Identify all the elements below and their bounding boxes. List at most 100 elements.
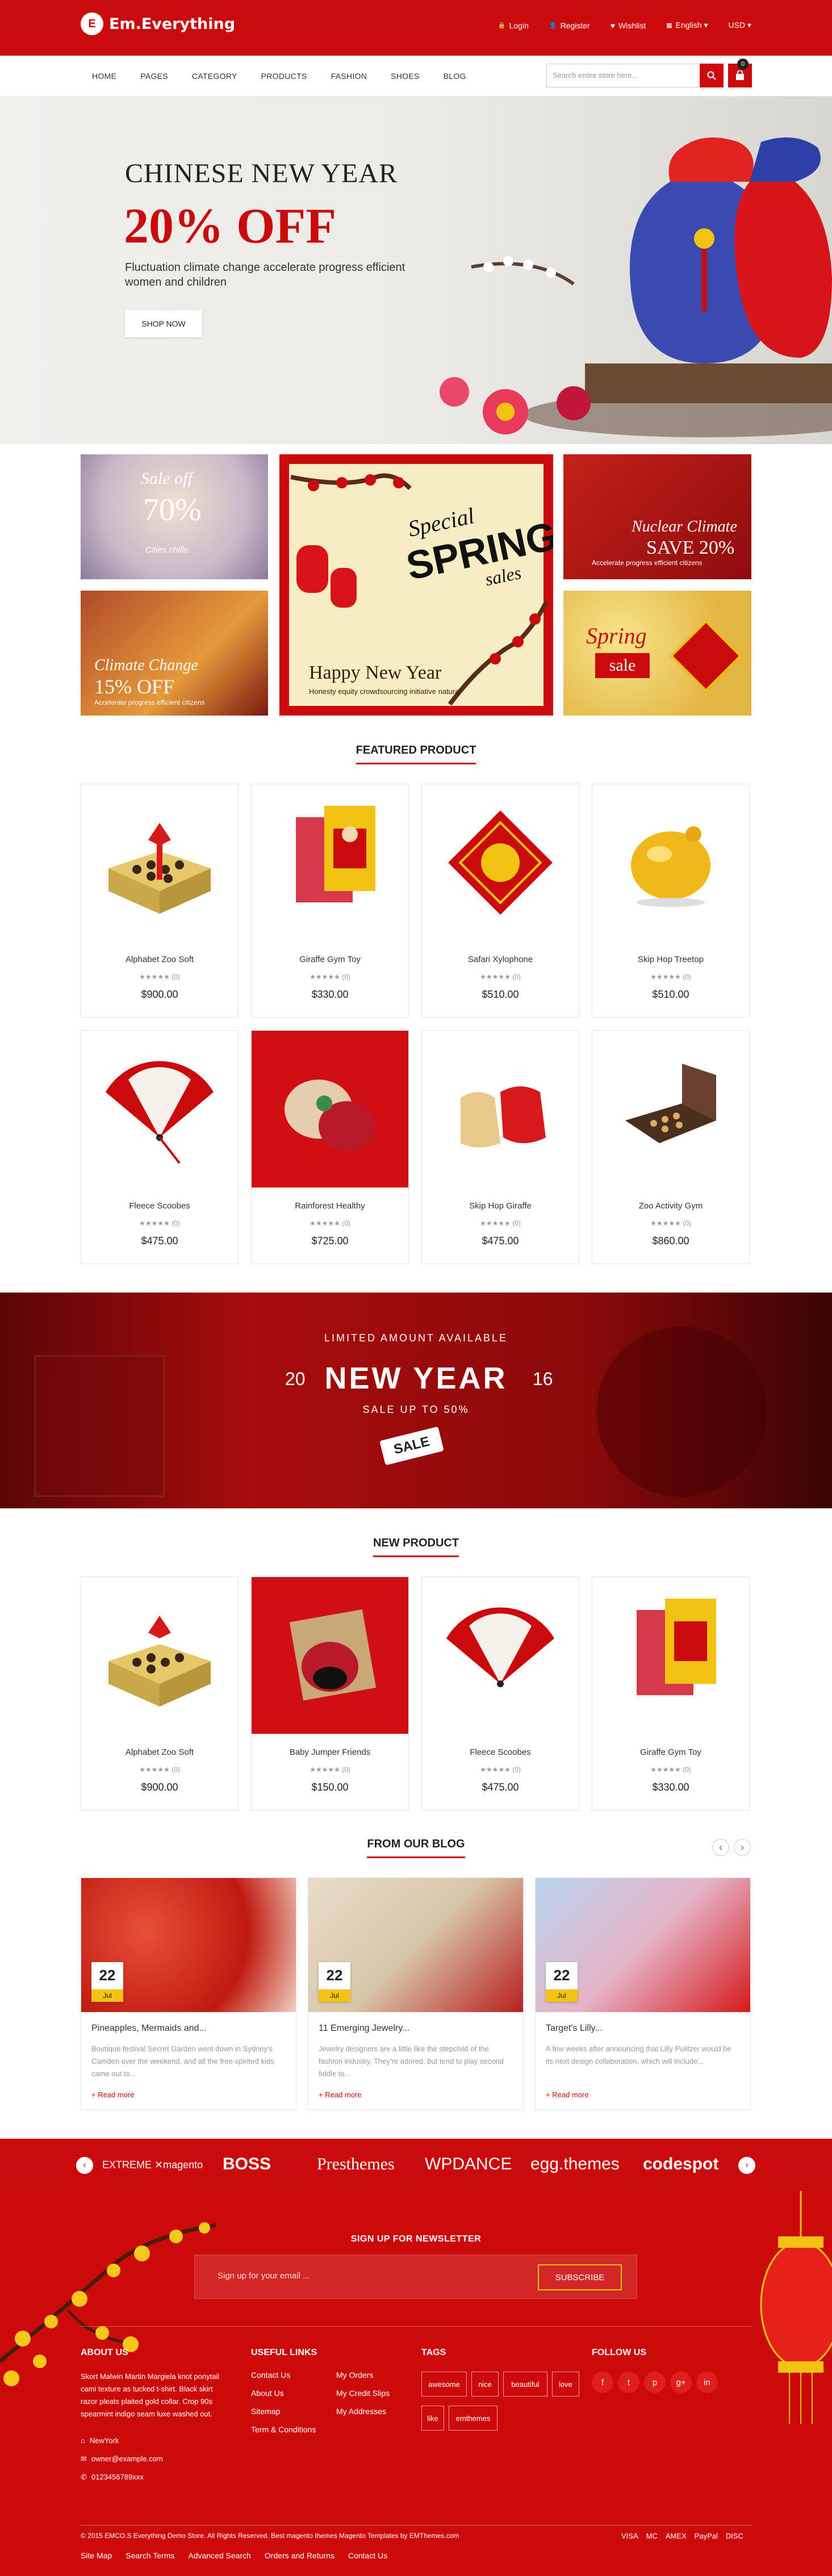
tag[interactable]: awesome xyxy=(421,2372,467,2397)
product-name[interactable]: Giraffe Gym Toy xyxy=(592,1747,749,1757)
footer-bottom-link[interactable]: Orders and Returns xyxy=(265,2551,335,2560)
shop-now-button[interactable]: SHOP NOW xyxy=(125,310,202,337)
product-name[interactable]: Baby Jumper Friends xyxy=(252,1747,408,1757)
nav-item-fashion[interactable]: FASHION xyxy=(331,72,367,81)
brand-logo[interactable]: BOSS xyxy=(223,2155,271,2174)
brand-logo[interactable]: WPDANCE xyxy=(425,2155,512,2174)
tag[interactable]: beautiful xyxy=(503,2372,547,2397)
nav-item-products[interactable]: PRODUCTS xyxy=(261,72,307,81)
banner-sale-off[interactable]: Sale off 70% Cities chille xyxy=(81,454,268,579)
product-image[interactable] xyxy=(81,1577,238,1734)
product-card[interactable]: Skip Hop Giraffe ★★★★★ (0) $475.00 xyxy=(421,1030,579,1264)
blog-card[interactable]: 22 Jul Pineapples, Mermaids and... Boutiq… xyxy=(81,1877,296,2110)
blog-post-title[interactable]: Target's Lilly... xyxy=(546,2023,603,2034)
linkedin-icon[interactable]: in xyxy=(696,2372,718,2393)
product-image[interactable] xyxy=(592,1031,749,1187)
tag[interactable]: nice xyxy=(471,2372,499,2397)
footer-bottom-link[interactable]: Search Terms xyxy=(126,2551,174,2560)
product-card[interactable]: Skip Hop Treetop ★★★★★ (0) $510.00 xyxy=(592,784,750,1018)
read-more-link[interactable]: + Read more xyxy=(91,2090,135,2099)
product-card[interactable]: Fleece Scoobes ★★★★★ (0) $475.00 xyxy=(421,1576,579,1810)
blog-card[interactable]: 22 Jul Target's Lilly... A few weeks afte… xyxy=(535,1877,751,2110)
product-name[interactable]: Skip Hop Treetop xyxy=(592,955,749,964)
footer-link[interactable]: Contact Us xyxy=(251,2370,290,2380)
product-card[interactable]: Zoo Activity Gym ★★★★★ (0) $860.00 xyxy=(592,1030,750,1264)
promo-banner[interactable]: LIMITED AMOUNT AVAILABLE 20 NEW YEAR 16 … xyxy=(0,1293,832,1508)
login-link[interactable]: 🔒 Login xyxy=(498,20,529,30)
blog-next-button[interactable]: › xyxy=(734,1839,751,1856)
product-image[interactable] xyxy=(592,1577,749,1734)
product-image[interactable] xyxy=(592,784,749,941)
product-name[interactable]: Fleece Scoobes xyxy=(422,1747,579,1757)
product-name[interactable]: Safari Xylophone xyxy=(422,955,579,964)
blog-card[interactable]: 22 Jul 11 Emerging Jewelry... Jewelry des… xyxy=(308,1877,524,2110)
product-card[interactable]: Alphabet Zoo Soft ★★★★★ (0) $900.00 xyxy=(81,1576,239,1810)
footer-bottom-link[interactable]: Site Map xyxy=(81,2551,112,2560)
product-image[interactable] xyxy=(422,1577,579,1734)
footer-link[interactable]: My Orders xyxy=(336,2370,373,2380)
product-name[interactable]: Giraffe Gym Toy xyxy=(252,955,408,964)
nav-item-blog[interactable]: BLOG xyxy=(444,72,466,81)
banner-spring-special[interactable]: Special SPRING sales Happy New Year Hone… xyxy=(279,454,553,716)
product-name[interactable]: Alphabet Zoo Soft xyxy=(81,955,238,964)
footer-bottom-link[interactable]: Contact Us xyxy=(348,2551,387,2560)
blog-prev-button[interactable]: ‹ xyxy=(712,1839,729,1856)
product-card[interactable]: Rainforest Healthy ★★★★★ (0) $725.00 xyxy=(251,1030,409,1264)
nav-item-category[interactable]: CATEGORY xyxy=(192,72,237,81)
product-name[interactable]: Fleece Scoobes xyxy=(81,1201,238,1211)
product-card[interactable]: Giraffe Gym Toy ★★★★★ (0) $330.00 xyxy=(592,1576,750,1810)
facebook-icon[interactable]: f xyxy=(592,2372,613,2393)
brand-logo[interactable]: codespot xyxy=(643,2155,718,2174)
wishlist-link[interactable]: ♥ Wishlist xyxy=(611,20,646,30)
nav-item-home[interactable]: HOME xyxy=(92,72,116,81)
product-image[interactable] xyxy=(422,784,579,941)
brand-logo[interactable]: egg.themes xyxy=(530,2155,620,2174)
footer-link[interactable]: My Addresses xyxy=(336,2407,386,2416)
blog-post-title[interactable]: Pineapples, Mermaids and... xyxy=(91,2023,207,2034)
brand-logo[interactable]: EXTREME ✕magento xyxy=(102,2159,203,2171)
product-image[interactable] xyxy=(81,1031,238,1187)
product-card[interactable]: Baby Jumper Friends ★★★★★ (0) $150.00 xyxy=(251,1576,409,1810)
footer-link[interactable]: Sitemap xyxy=(251,2407,280,2416)
product-image[interactable] xyxy=(252,784,408,941)
subscribe-button[interactable]: SUBSCRIBE xyxy=(538,2264,622,2290)
product-name[interactable]: Zoo Activity Gym xyxy=(592,1201,749,1211)
nav-item-shoes[interactable]: SHOES xyxy=(391,72,420,81)
product-image[interactable] xyxy=(81,784,238,941)
email-text[interactable]: owner@example.com xyxy=(91,2454,163,2464)
product-name[interactable]: Rainforest Healthy xyxy=(252,1201,408,1211)
read-more-link[interactable]: + Read more xyxy=(546,2090,589,2099)
brand-logo[interactable]: Presthemes xyxy=(317,2155,395,2174)
googleplus-icon[interactable]: g+ xyxy=(670,2372,692,2393)
read-more-link[interactable]: + Read more xyxy=(319,2090,362,2099)
product-image[interactable] xyxy=(252,1577,408,1734)
twitter-icon[interactable]: t xyxy=(618,2372,639,2393)
product-name[interactable]: Skip Hop Giraffe xyxy=(422,1201,579,1211)
product-image[interactable] xyxy=(252,1031,408,1187)
brand-next-button[interactable]: › xyxy=(738,2157,755,2174)
footer-link[interactable]: About Us xyxy=(251,2389,284,2398)
tag[interactable]: emthemes xyxy=(449,2406,497,2431)
nav-item-pages[interactable]: PAGES xyxy=(140,72,168,81)
banner-climate-change[interactable]: Climate Change 15% OFF Accelerate progre… xyxy=(81,591,268,716)
currency-select[interactable]: USD ▾ xyxy=(729,20,751,30)
brand-prev-button[interactable]: ‹ xyxy=(76,2157,93,2174)
footer-bottom-link[interactable]: Advanced Search xyxy=(188,2551,251,2560)
product-name[interactable]: Alphabet Zoo Soft xyxy=(81,1747,238,1757)
blog-post-title[interactable]: 11 Emerging Jewelry... xyxy=(319,2023,409,2034)
product-card[interactable]: Safari Xylophone ★★★★★ (0) $510.00 xyxy=(421,784,579,1018)
banner-nuclear-climate[interactable]: Nuclear Climate SAVE 20% Accelerate prog… xyxy=(563,454,751,579)
banner-spring-sale[interactable]: Spring sale xyxy=(563,591,751,716)
product-card[interactable]: Giraffe Gym Toy ★★★★★ (0) $330.00 xyxy=(251,784,409,1018)
product-card[interactable]: Fleece Scoobes ★★★★★ (0) $475.00 xyxy=(81,1030,239,1264)
register-link[interactable]: 👤 Register xyxy=(549,20,590,30)
footer-link[interactable]: My Credit Slips xyxy=(336,2389,390,2398)
newsletter-email-input[interactable]: Sign up for your email ... xyxy=(218,2271,310,2281)
footer-link[interactable]: Term & Conditions xyxy=(251,2425,316,2434)
language-select[interactable]: ▦ English ▾ xyxy=(666,20,708,30)
search-button[interactable] xyxy=(700,64,724,87)
tag[interactable]: like xyxy=(421,2406,444,2431)
tag[interactable]: love xyxy=(552,2372,579,2397)
logo[interactable]: E Em.Everything xyxy=(81,12,235,35)
product-image[interactable] xyxy=(422,1031,579,1187)
